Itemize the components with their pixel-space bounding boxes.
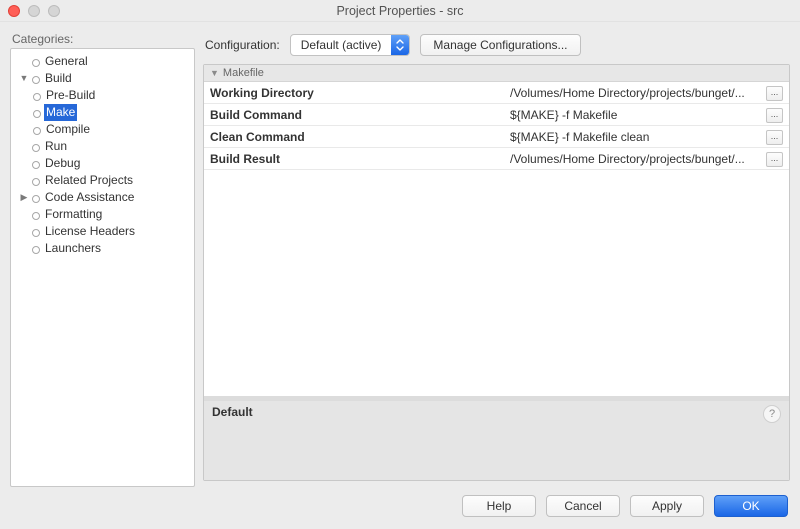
zoom-icon	[48, 5, 60, 17]
tree-item-make[interactable]: Make	[31, 104, 194, 121]
tree-item-label: Debug	[43, 155, 82, 172]
content: Categories: General ▼ Build Pre-Build Mak…	[0, 22, 800, 487]
tree-item-label: Build	[43, 70, 74, 87]
tree-item-debug[interactable]: Debug	[17, 155, 194, 172]
section-title: Makefile	[223, 67, 264, 79]
tree-item-label: License Headers	[43, 223, 137, 240]
node-icon	[32, 143, 40, 151]
prop-row-build-command[interactable]: Build Command ${MAKE} -f Makefile ...	[204, 104, 789, 126]
tree-item-label: Code Assistance	[43, 189, 136, 206]
close-icon[interactable]	[8, 5, 20, 17]
help-icon[interactable]: ?	[763, 405, 781, 423]
tree-item-launchers[interactable]: Launchers	[17, 240, 194, 257]
main-panel: Configuration: Default (active) Manage C…	[203, 32, 790, 487]
configuration-value: Default (active)	[291, 38, 392, 52]
ok-button[interactable]: OK	[714, 495, 788, 517]
prop-value[interactable]: /Volumes/Home Directory/projects/bunget/…	[504, 148, 760, 170]
manage-configurations-button[interactable]: Manage Configurations...	[420, 34, 580, 56]
categories-label: Categories:	[10, 32, 195, 46]
tree-item-pre-build[interactable]: Pre-Build	[31, 87, 194, 104]
prop-value[interactable]: ${MAKE} -f Makefile clean	[504, 126, 760, 148]
node-icon	[32, 245, 40, 253]
dropdown-icon	[391, 35, 409, 55]
prop-key: Working Directory	[204, 82, 504, 104]
tree-item-code-assistance[interactable]: ▶ Code Assistance	[17, 189, 194, 206]
prop-row-clean-command[interactable]: Clean Command ${MAKE} -f Makefile clean …	[204, 126, 789, 148]
node-icon	[32, 58, 40, 66]
node-icon	[32, 160, 40, 168]
chevron-down-icon[interactable]: ▼	[19, 70, 29, 87]
splitter-handle[interactable]	[204, 396, 789, 401]
tree-item-formatting[interactable]: Formatting	[17, 206, 194, 223]
tree-item-label: Launchers	[43, 240, 103, 257]
prop-value[interactable]: ${MAKE} -f Makefile	[504, 104, 760, 126]
dialog-footer: Help Cancel Apply OK	[0, 487, 800, 529]
tree-item-label: Make	[44, 104, 77, 121]
help-button[interactable]: Help	[462, 495, 536, 517]
tree-item-label: Pre-Build	[44, 87, 97, 104]
configuration-label: Configuration:	[205, 38, 280, 52]
tree-item-related-projects[interactable]: Related Projects	[17, 172, 194, 189]
node-icon	[32, 177, 40, 185]
properties-table: Working Directory /Volumes/Home Director…	[204, 82, 789, 170]
node-icon	[32, 194, 40, 202]
prop-key: Build Command	[204, 104, 504, 126]
project-properties-window: Project Properties - src Categories: Gen…	[0, 0, 800, 529]
tree-item-license-headers[interactable]: License Headers	[17, 223, 194, 240]
description-panel: Default ?	[204, 398, 789, 480]
categories-tree[interactable]: General ▼ Build Pre-Build Make Compile Ru…	[10, 48, 195, 487]
chevron-down-icon: ▼	[210, 68, 219, 78]
tree-item-run[interactable]: Run	[17, 138, 194, 155]
cancel-button[interactable]: Cancel	[546, 495, 620, 517]
window-controls	[8, 5, 60, 17]
titlebar: Project Properties - src	[0, 0, 800, 22]
window-title: Project Properties - src	[336, 4, 463, 18]
configuration-row: Configuration: Default (active) Manage C…	[203, 32, 790, 64]
tree-item-label: Compile	[44, 121, 92, 138]
node-icon	[32, 228, 40, 236]
tree-item-build[interactable]: ▼ Build Pre-Build Make Compile	[17, 70, 194, 138]
configuration-select[interactable]: Default (active)	[290, 34, 411, 56]
tree-item-label: Run	[43, 138, 69, 155]
tree-item-label: General	[43, 53, 90, 70]
tree-item-label: Related Projects	[43, 172, 135, 189]
description-title: Default	[212, 405, 781, 419]
tree-item-compile[interactable]: Compile	[31, 121, 194, 138]
browse-button[interactable]: ...	[766, 86, 783, 101]
browse-button[interactable]: ...	[766, 130, 783, 145]
node-icon	[33, 109, 41, 117]
node-icon	[33, 126, 41, 134]
sidebar: Categories: General ▼ Build Pre-Build Mak…	[10, 32, 195, 487]
properties-empty-area	[204, 170, 789, 398]
chevron-right-icon[interactable]: ▶	[19, 189, 29, 206]
properties-panel: ▼ Makefile Working Directory /Volumes/Ho…	[203, 64, 790, 481]
node-icon	[33, 92, 41, 100]
prop-row-build-result[interactable]: Build Result /Volumes/Home Directory/pro…	[204, 148, 789, 170]
section-header-makefile[interactable]: ▼ Makefile	[204, 65, 789, 82]
apply-button[interactable]: Apply	[630, 495, 704, 517]
prop-key: Clean Command	[204, 126, 504, 148]
tree-item-general[interactable]: General	[17, 53, 194, 70]
prop-value[interactable]: /Volumes/Home Directory/projects/bunget/…	[504, 82, 760, 104]
browse-button[interactable]: ...	[766, 152, 783, 167]
prop-row-working-directory[interactable]: Working Directory /Volumes/Home Director…	[204, 82, 789, 104]
browse-button[interactable]: ...	[766, 108, 783, 123]
minimize-icon	[28, 5, 40, 17]
prop-key: Build Result	[204, 148, 504, 170]
node-icon	[32, 211, 40, 219]
tree-item-label: Formatting	[43, 206, 104, 223]
node-icon	[32, 75, 40, 83]
